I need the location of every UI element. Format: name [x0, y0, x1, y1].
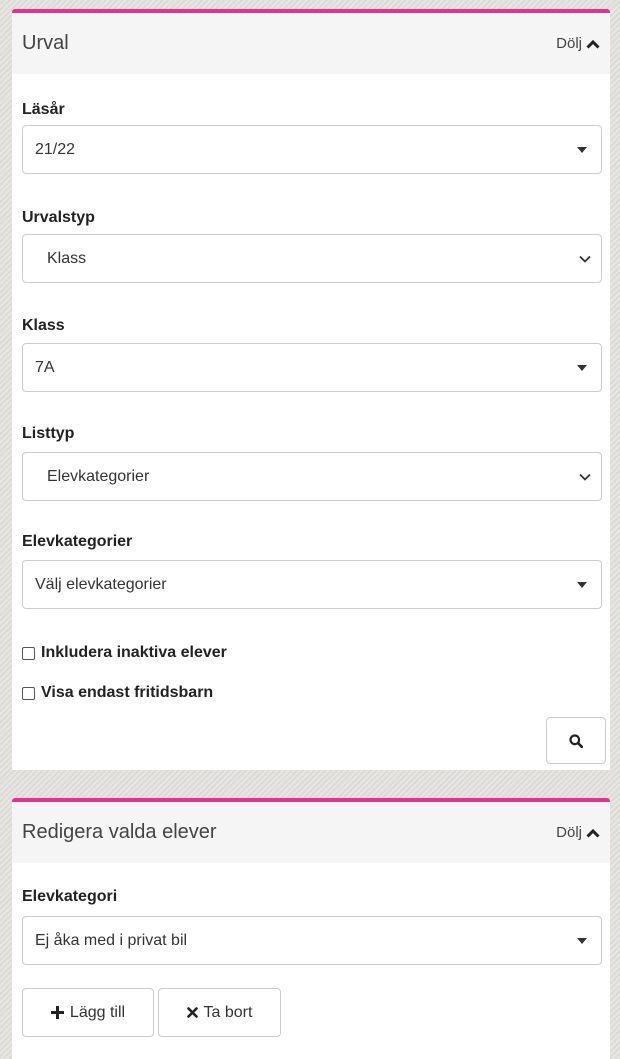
urval-panel-header: Urval Dölj [12, 13, 610, 74]
urvalstyp-select[interactable]: Klass [22, 234, 602, 283]
chevron-up-icon [586, 828, 600, 838]
listtyp-select[interactable]: Elevkategorier [22, 452, 602, 501]
plus-icon [50, 1006, 64, 1019]
caret-down-icon [577, 146, 587, 153]
panel-title: Urval [22, 32, 69, 54]
klass-select[interactable]: 7A [22, 343, 602, 392]
include-inactive-checkbox-row[interactable]: Inkludera inaktiva elever [22, 644, 227, 662]
chevron-down-icon [579, 473, 591, 481]
include-inactive-label: Inkludera inaktiva elever [41, 644, 227, 661]
add-button[interactable]: Lägg till [22, 988, 154, 1037]
elevkategorier-value: Välj elevkategorier [35, 575, 167, 593]
lasar-value: 21/22 [35, 140, 76, 158]
edit-panel-header: Redigera valda elever Dölj [12, 802, 610, 863]
elevkategorier-label: Elevkategorier [22, 533, 133, 550]
elevkategori-label: Elevkategori [22, 888, 118, 905]
close-icon [186, 1007, 198, 1018]
only-leisure-checkbox[interactable] [22, 686, 35, 700]
add-label: Lägg till [69, 1003, 126, 1021]
chevron-up-icon [586, 39, 600, 49]
listtyp-label: Listtyp [22, 425, 75, 442]
remove-button[interactable]: Ta bort [158, 988, 281, 1037]
include-inactive-checkbox[interactable] [22, 646, 35, 660]
chevron-down-icon [579, 255, 591, 263]
search-button[interactable] [546, 717, 606, 764]
lasar-select[interactable]: 21/22 [22, 125, 602, 174]
only-leisure-label: Visa endast fritidsbarn [41, 684, 214, 701]
klass-label: Klass [22, 317, 65, 334]
search-icon [569, 733, 583, 748]
hide-label: Dölj [556, 35, 582, 52]
elevkategori-value: Ej åka med i privat bil [35, 931, 188, 949]
lasar-label: Läsår [22, 101, 65, 118]
urvalstyp-value: Klass [47, 249, 87, 267]
edit-panel: Redigera valda elever Dölj Elevkategori … [12, 798, 610, 1059]
hide-toggle[interactable]: Dölj [556, 824, 600, 841]
hide-toggle[interactable]: Dölj [556, 35, 600, 52]
caret-down-icon [577, 937, 587, 944]
listtyp-value: Elevkategorier [47, 467, 150, 485]
elevkategori-select[interactable]: Ej åka med i privat bil [22, 916, 602, 965]
hide-label: Dölj [556, 824, 582, 841]
caret-down-icon [577, 364, 587, 371]
klass-value: 7A [35, 358, 55, 376]
urval-panel: Urval Dölj Läsår 21/22 Urvalstyp Klass K… [12, 9, 610, 770]
only-leisure-checkbox-row[interactable]: Visa endast fritidsbarn [22, 684, 213, 702]
caret-down-icon [577, 581, 587, 588]
remove-label: Ta bort [203, 1003, 253, 1021]
urvalstyp-label: Urvalstyp [22, 209, 95, 226]
panel-title: Redigera valda elever [22, 821, 217, 843]
elevkategorier-select[interactable]: Välj elevkategorier [22, 560, 602, 609]
